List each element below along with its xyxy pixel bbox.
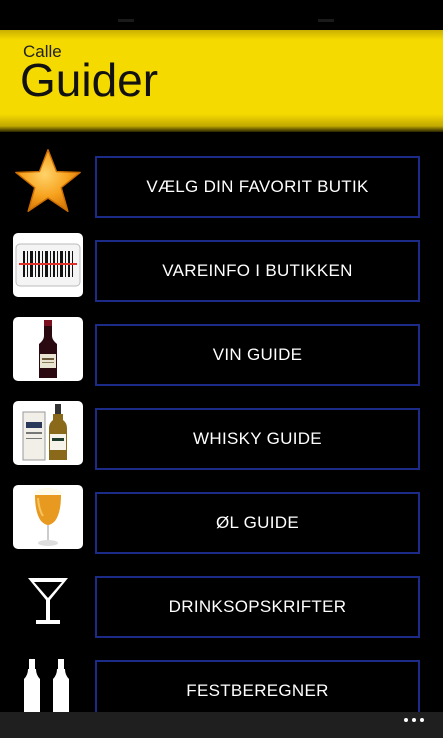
menu-item-product-info: VAREINFO I BUTIKKEN <box>0 232 443 302</box>
status-indicator <box>318 19 334 22</box>
product-info-button[interactable]: VAREINFO I BUTIKKEN <box>95 240 420 302</box>
menu-item-party-calculator: FESTBEREGNER <box>0 652 443 722</box>
wine-guide-button[interactable]: VIN GUIDE <box>95 324 420 386</box>
barcode-scanner-icon[interactable] <box>13 233 83 297</box>
whisky-bottle-icon[interactable] <box>13 401 83 465</box>
menu-item-favorite-store: VÆLG DIN FAVORIT BUTIK <box>0 148 443 218</box>
whisky-guide-button[interactable]: WHISKY GUIDE <box>95 408 420 470</box>
menu-item-whisky-guide: WHISKY GUIDE <box>0 400 443 470</box>
star-icon[interactable] <box>13 149 83 213</box>
menu-item-drink-recipes: DRINKSOPSKRIFTER <box>0 568 443 638</box>
favorite-store-button[interactable]: VÆLG DIN FAVORIT BUTIK <box>95 156 420 218</box>
beer-glass-icon[interactable] <box>13 485 83 549</box>
cocktail-glass-icon[interactable] <box>13 569 83 633</box>
more-options-icon[interactable] <box>404 718 424 722</box>
beer-guide-button[interactable]: ØL GUIDE <box>95 492 420 554</box>
status-bar <box>0 0 443 30</box>
wine-bottle-icon[interactable] <box>13 317 83 381</box>
drink-recipes-button[interactable]: DRINKSOPSKRIFTER <box>95 576 420 638</box>
menu-item-beer-guide: ØL GUIDE <box>0 484 443 554</box>
status-indicator <box>118 19 134 22</box>
application-bar <box>0 712 443 738</box>
page-title: Guider <box>20 54 159 106</box>
bottles-icon[interactable] <box>13 653 83 717</box>
page-header: Calle Guider <box>0 30 443 132</box>
menu-item-wine-guide: VIN GUIDE <box>0 316 443 386</box>
